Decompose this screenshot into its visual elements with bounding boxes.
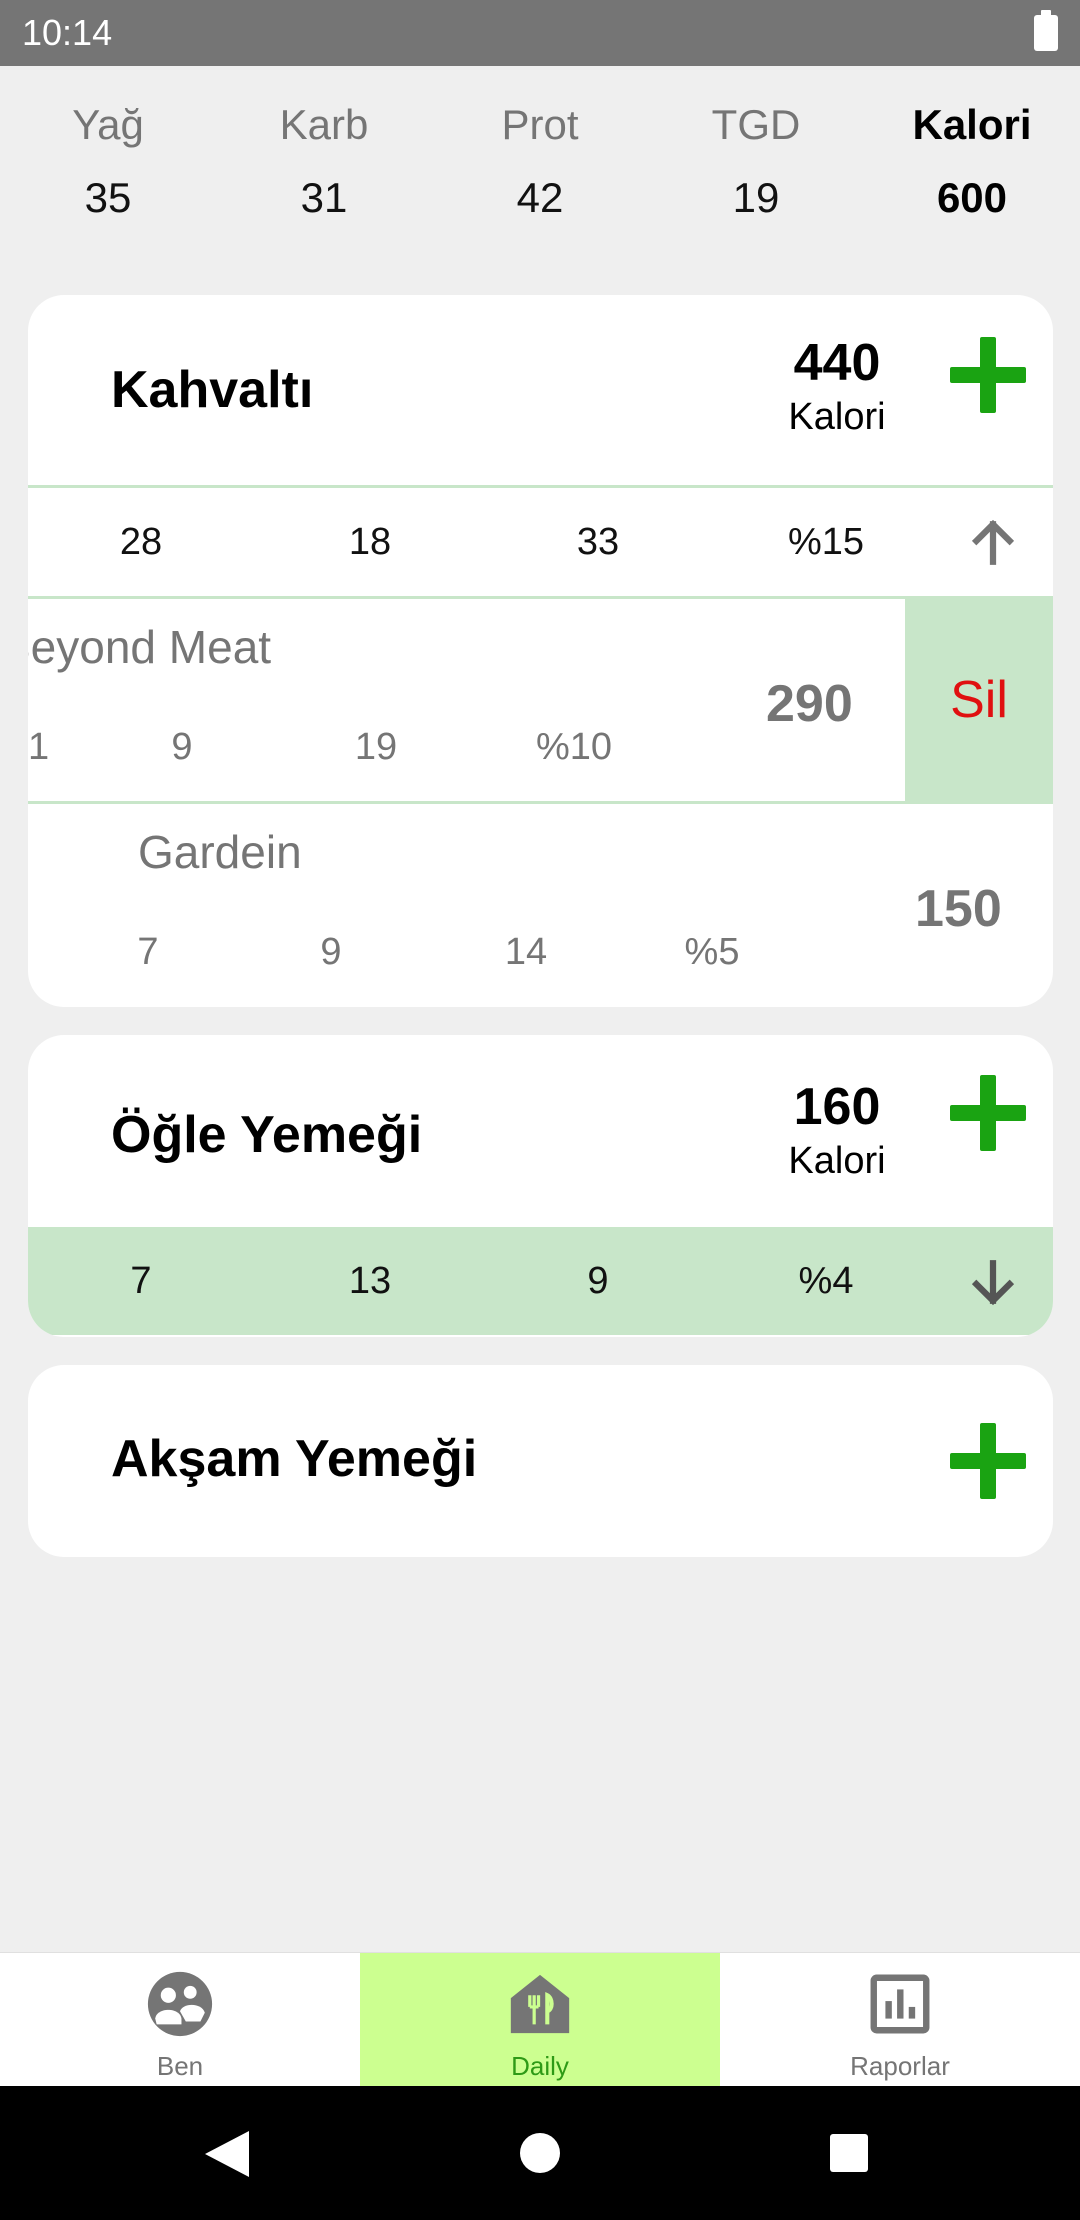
bar-chart-icon — [870, 1974, 930, 2034]
meal-calories: 440 Kalori — [737, 333, 937, 441]
meal-title: Öğle Yemeği — [111, 1106, 423, 1164]
status-bar: 10:14 — [0, 0, 1080, 66]
food-macro-carb: 9 — [320, 931, 342, 973]
food-macro-protein: 14 — [504, 931, 548, 973]
nav-item-daily[interactable]: Daily — [360, 1953, 720, 2087]
summary-value: 35 — [84, 174, 132, 221]
summary-label: Prot — [501, 101, 579, 148]
add-food-button[interactable] — [950, 1075, 1026, 1151]
profile-group-icon — [147, 1971, 213, 2037]
macro-fat: 7 — [130, 1260, 152, 1302]
macro-carb: 13 — [348, 1260, 392, 1302]
meal-calories-unit: Kalori — [788, 1140, 886, 1182]
macro-tgd: %15 — [787, 521, 865, 563]
macro-protein: 33 — [576, 521, 620, 563]
summary-label: Yağ — [72, 101, 144, 148]
meal-title: Akşam Yemeği — [111, 1430, 478, 1488]
back-icon[interactable] — [205, 2131, 249, 2177]
arrow-up-icon[interactable] — [968, 518, 1018, 568]
macro-carb: 18 — [348, 521, 392, 563]
summary-value: 42 — [516, 174, 564, 221]
summary-fat: Yağ 35 — [0, 92, 216, 238]
meal-calories-value: 440 — [793, 334, 881, 392]
food-macro-carb: 9 — [171, 726, 193, 768]
summary-value: 31 — [300, 174, 348, 221]
add-food-button[interactable] — [950, 1423, 1026, 1499]
food-item[interactable]: Gardein 7 9 14 %5 150 — [28, 803, 1053, 1007]
meal-card-lunch: Öğle Yemeği 160 Kalori 7 13 9 %4 — [28, 1035, 1053, 1337]
meal-title: Kahvaltı — [111, 361, 314, 419]
food-name: Beyond Meat — [28, 621, 272, 673]
status-time: 10:14 — [22, 12, 113, 53]
summary-carb: Karb 31 — [216, 92, 432, 238]
food-macro-protein: 19 — [354, 726, 398, 768]
summary-protein: Prot 42 — [432, 92, 648, 238]
food-macro-tgd: %5 — [684, 931, 740, 973]
food-calories: 150 — [915, 880, 1002, 938]
nav-item-ben[interactable]: Ben — [0, 1953, 360, 2087]
delete-button[interactable]: Sil — [905, 598, 1053, 802]
summary-value: 19 — [732, 174, 780, 221]
bottom-navigation: Ben Daily Raporlar — [0, 1952, 1080, 2087]
food-macro-fat: 7 — [137, 931, 159, 973]
meal-calories: 160 Kalori — [737, 1077, 937, 1185]
nav-item-raporlar[interactable]: Raporlar — [720, 1953, 1080, 2087]
macro-fat: 28 — [119, 521, 163, 563]
nav-label: Daily — [511, 2051, 569, 2081]
meal-calories-value: 160 — [793, 1078, 881, 1136]
nav-label: Ben — [156, 2051, 204, 2081]
add-food-button[interactable] — [950, 337, 1026, 413]
meal-macro-row[interactable]: 7 13 9 %4 — [28, 1227, 1053, 1335]
food-item-swiped[interactable]: Beyond Meat 21 9 19 %10 290 Sil — [28, 598, 1053, 802]
daily-summary: Yağ 35 Karb 31 Prot 42 TGD 19 Kalori 600 — [0, 92, 1080, 252]
meal-card-breakfast: Kahvaltı 440 Kalori 28 18 33 %15 Beyond … — [28, 295, 1053, 1007]
meal-macro-row[interactable]: 28 18 33 %15 — [28, 488, 1053, 596]
summary-value: 600 — [936, 174, 1008, 221]
summary-tgd: TGD 19 — [648, 92, 864, 238]
nav-label: Raporlar — [850, 2051, 950, 2081]
meal-calories-unit: Kalori — [788, 396, 886, 438]
battery-icon — [1034, 10, 1058, 51]
meal-card-dinner: Akşam Yemeği — [28, 1365, 1053, 1557]
food-calories: 290 — [766, 675, 853, 733]
summary-label: Karb — [279, 101, 369, 148]
recent-apps-icon[interactable] — [830, 2134, 868, 2172]
food-macro-fat: 21 — [28, 726, 50, 768]
macro-protein: 9 — [587, 1260, 609, 1302]
food-name: Gardein — [138, 826, 302, 878]
summary-label: Kalori — [912, 101, 1032, 148]
system-navigation-bar — [0, 2086, 1080, 2220]
home-icon[interactable] — [520, 2133, 560, 2173]
macro-tgd: %4 — [798, 1260, 854, 1302]
restaurant-house-icon — [510, 1974, 570, 2034]
summary-calories: Kalori 600 — [864, 92, 1080, 238]
summary-label: TGD — [711, 101, 801, 148]
arrow-down-icon[interactable] — [968, 1257, 1018, 1307]
food-macro-tgd: %10 — [535, 726, 613, 768]
